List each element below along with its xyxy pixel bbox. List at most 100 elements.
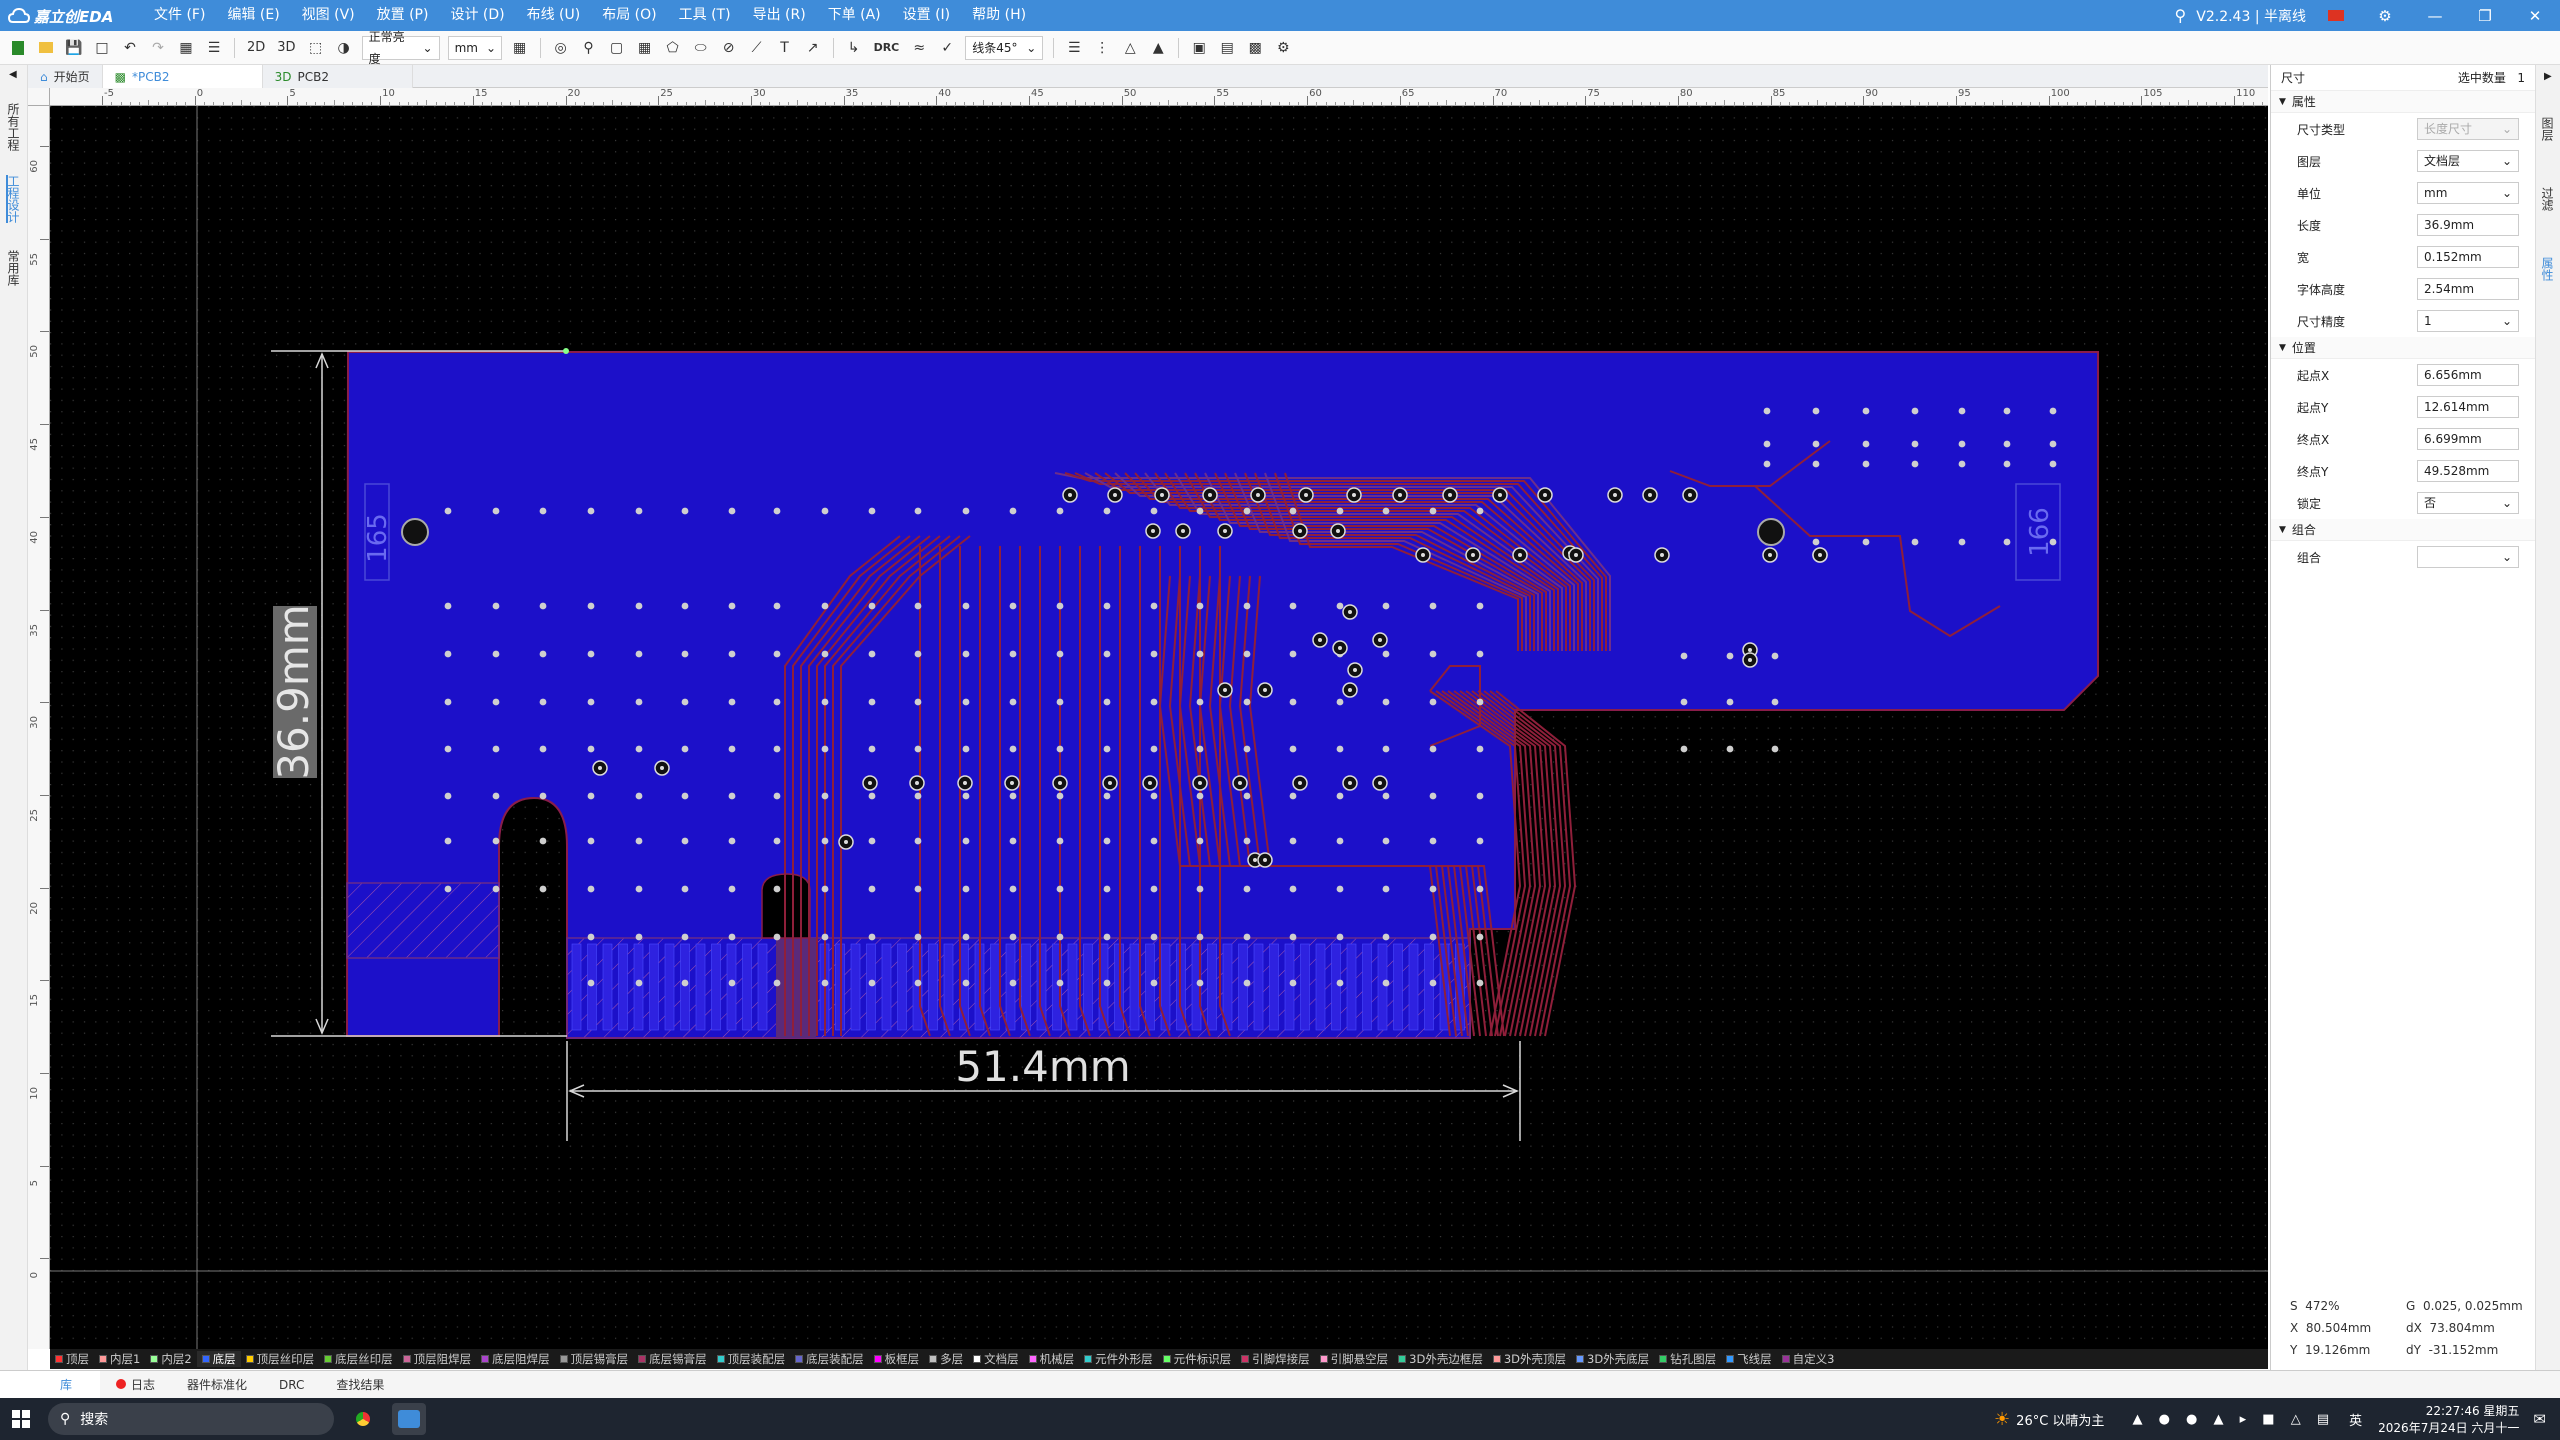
view-2d-button[interactable]: 2D bbox=[241, 35, 271, 61]
pcb-drawing[interactable]: 165 166 36.9mm 51.4mm bbox=[50, 106, 2268, 1349]
line-tool-icon[interactable]: ⟋ bbox=[743, 35, 771, 61]
layer-item[interactable]: 顶层丝印层 bbox=[241, 1351, 320, 1367]
save-all-icon[interactable]: □ bbox=[88, 35, 116, 61]
bottom-tab[interactable]: DRC bbox=[263, 1371, 320, 1399]
save-icon[interactable]: 💾 bbox=[60, 35, 88, 61]
layer-item[interactable]: 底层丝印层 bbox=[319, 1351, 398, 1367]
menu-item[interactable]: 视图 (V) bbox=[291, 0, 366, 31]
notification-icon[interactable]: ✉ bbox=[2533, 1410, 2546, 1428]
layer-item[interactable]: 顶层装配层 bbox=[712, 1351, 791, 1367]
bottom-tab[interactable]: 库 bbox=[0, 1370, 101, 1399]
section-props[interactable]: ▼ 属性 bbox=[2271, 91, 2535, 113]
horizontal-ruler[interactable]: -5 0 5 10 15 20 25 30 35 40 45 50 55 60 65 70 75 80 85 90 95… bbox=[50, 88, 2268, 106]
layer-item[interactable]: 文档层 bbox=[968, 1351, 1024, 1367]
close-button[interactable]: ✕ bbox=[2510, 0, 2560, 31]
bottom-tab[interactable]: 查找结果 bbox=[320, 1371, 400, 1399]
copper-area-icon[interactable]: ▦ bbox=[631, 35, 659, 61]
tab-layers[interactable]: 图层 bbox=[2540, 117, 2556, 141]
menu-item[interactable]: 设置 (I) bbox=[892, 0, 962, 31]
align-icon[interactable]: ☰ bbox=[1060, 35, 1088, 61]
route-angle-select[interactable]: 线条45° ⌄ bbox=[965, 35, 1044, 60]
tab-filter[interactable]: 过滤 bbox=[2540, 187, 2556, 211]
collapse-icon[interactable]: ▶ bbox=[2544, 71, 2552, 82]
windows-start-icon[interactable] bbox=[12, 1410, 30, 1428]
view-3d-button[interactable]: 3D bbox=[271, 35, 301, 61]
prop-input[interactable]: 6.699mm bbox=[2417, 428, 2519, 450]
undo-icon[interactable]: ↶ bbox=[116, 35, 144, 61]
polygon-icon[interactable]: ⬠ bbox=[659, 35, 687, 61]
layer-item[interactable]: 多层 bbox=[924, 1351, 968, 1367]
chrome-icon[interactable] bbox=[346, 1403, 380, 1435]
menu-item[interactable]: 设计 (D) bbox=[439, 0, 515, 31]
gear-icon[interactable]: ⚙ bbox=[2360, 0, 2410, 31]
drc-button[interactable]: DRC bbox=[868, 35, 906, 61]
minimize-button[interactable]: — bbox=[2410, 0, 2460, 31]
restore-button[interactable]: ❐ bbox=[2460, 0, 2510, 31]
input-lang[interactable]: 英 bbox=[2349, 1410, 2362, 1429]
brightness-select[interactable]: 正常亮度 ⌄ bbox=[361, 30, 440, 66]
menu-item[interactable]: 布线 (U) bbox=[516, 0, 592, 31]
grid-icon[interactable]: ▦ bbox=[506, 35, 534, 61]
diff-pair-icon[interactable]: ≈ bbox=[905, 35, 933, 61]
image-icon[interactable]: ▣ bbox=[1185, 35, 1213, 61]
layer-item[interactable]: 底层锡膏层 bbox=[633, 1351, 712, 1367]
prop-select[interactable]: 1 ⌄ bbox=[2417, 310, 2519, 332]
menu-item[interactable]: 下单 (A) bbox=[817, 0, 892, 31]
route-icon[interactable]: ↳ bbox=[840, 35, 868, 61]
prop-input[interactable]: 2.54mm bbox=[2417, 278, 2519, 300]
prop-input[interactable]: 12.614mm bbox=[2417, 396, 2519, 418]
layer-item[interactable]: 底层装配层 bbox=[790, 1351, 869, 1367]
new-file-icon[interactable] bbox=[4, 35, 32, 61]
tab-project-design[interactable]: 工程设计 bbox=[6, 175, 22, 223]
bottom-tab[interactable]: 日志 bbox=[100, 1371, 171, 1399]
via-icon[interactable]: ◎ bbox=[547, 35, 575, 61]
layer-item[interactable]: 自定义3 bbox=[1777, 1351, 1840, 1367]
grid-layout-icon[interactable]: ▦ bbox=[172, 35, 200, 61]
tab-start-page[interactable]: ⌂ 开始页 bbox=[28, 65, 103, 88]
layer-item[interactable]: 引脚悬空层 bbox=[1315, 1351, 1394, 1367]
export-icon[interactable]: ▩ bbox=[1241, 35, 1269, 61]
pcb-canvas[interactable]: 165 166 36.9mm 51.4mm bbox=[50, 106, 2268, 1349]
menu-item[interactable]: 帮助 (H) bbox=[961, 0, 1037, 31]
tray-icons[interactable]: ▲ ● ● ▲ ▸ ■ △ ▤ bbox=[2132, 1412, 2335, 1427]
bottom-tab[interactable]: 器件标准化 bbox=[171, 1371, 263, 1399]
layer-item[interactable]: 飞线层 bbox=[1721, 1351, 1777, 1367]
prop-select[interactable]: 否 ⌄ bbox=[2417, 492, 2519, 514]
weather-text[interactable]: 26°C 以晴为主 bbox=[2016, 1410, 2104, 1429]
layer-item[interactable]: 内层1 bbox=[94, 1351, 145, 1367]
layer-item[interactable]: 内层2 bbox=[145, 1351, 196, 1367]
prop-input[interactable]: 6.656mm bbox=[2417, 364, 2519, 386]
text-tool-icon[interactable]: T bbox=[771, 35, 799, 61]
prop-select[interactable]: mm ⌄ bbox=[2417, 182, 2519, 204]
unit-select[interactable]: mm ⌄ bbox=[447, 35, 502, 60]
prop-select[interactable]: 文档层 ⌄ bbox=[2417, 150, 2519, 172]
layer-item[interactable]: 3D外壳边框层 bbox=[1393, 1351, 1488, 1367]
redo-icon[interactable]: ↷ bbox=[144, 35, 172, 61]
prop-select[interactable]: ⌄ bbox=[2417, 546, 2519, 568]
layer-item[interactable]: 3D外壳顶层 bbox=[1488, 1351, 1571, 1367]
tab-pcb2-edit[interactable]: ▩ *PCB2 bbox=[102, 65, 263, 88]
distribute-icon[interactable]: ⋮ bbox=[1088, 35, 1116, 61]
layer-item[interactable]: 底层阻焊层 bbox=[476, 1351, 555, 1367]
vertical-ruler[interactable]: 60 55 50 45 40 35 30 25 20 15 10 5 0 bbox=[28, 106, 50, 1349]
collapse-icon[interactable]: ◀ bbox=[9, 69, 17, 80]
prop-select[interactable]: 长度尺寸 ⌄ bbox=[2417, 118, 2519, 140]
layer-item[interactable]: 3D外壳底层 bbox=[1571, 1351, 1654, 1367]
layer-item[interactable]: 顶层阻焊层 bbox=[398, 1351, 477, 1367]
prop-input[interactable]: 36.9mm bbox=[2417, 214, 2519, 236]
mirror-icon[interactable]: △ bbox=[1116, 35, 1144, 61]
list-icon[interactable]: ☰ bbox=[200, 35, 228, 61]
pin-icon[interactable]: ⚲ bbox=[575, 35, 603, 61]
layer-item[interactable]: 顶层锡膏层 bbox=[555, 1351, 634, 1367]
brightness-icon[interactable]: ◑ bbox=[330, 35, 358, 61]
tab-all-projects[interactable]: 所有工程 bbox=[6, 103, 22, 151]
3d-view-icon[interactable]: ▤ bbox=[1213, 35, 1241, 61]
layer-item[interactable]: 机械层 bbox=[1024, 1351, 1080, 1367]
tab-common-library[interactable]: 常用库 bbox=[6, 250, 22, 286]
prop-input[interactable]: 0.152mm bbox=[2417, 246, 2519, 268]
section-position[interactable]: ▼ 位置 bbox=[2271, 337, 2535, 359]
rect-tool-icon[interactable]: ▢ bbox=[603, 35, 631, 61]
layer-item[interactable]: 板框层 bbox=[869, 1351, 925, 1367]
layer-item[interactable]: 元件外形层 bbox=[1079, 1351, 1158, 1367]
select-area-icon[interactable]: ⬚ bbox=[302, 35, 330, 61]
